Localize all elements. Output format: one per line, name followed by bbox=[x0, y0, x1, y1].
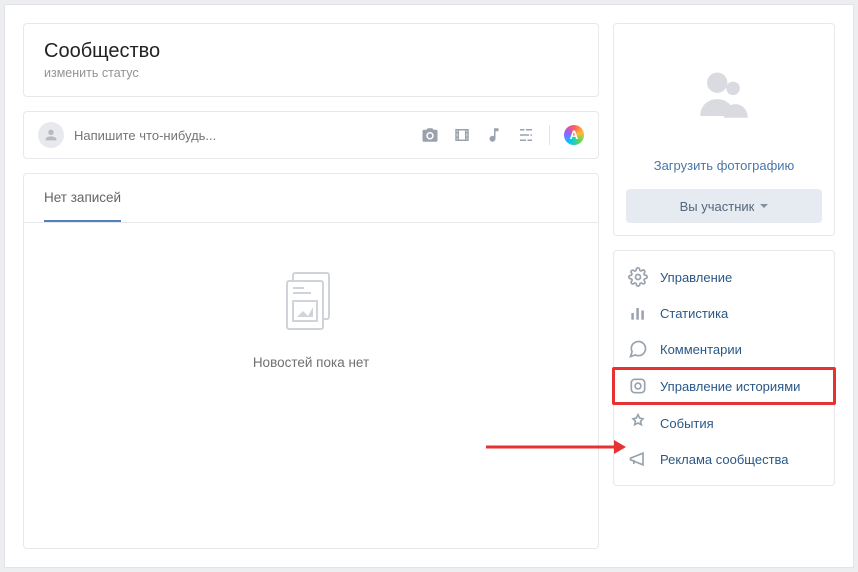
poll-icon[interactable] bbox=[517, 126, 535, 144]
menu-item-manage[interactable]: Управление bbox=[614, 259, 834, 295]
posts-card: Нет записей Новостей пока нет bbox=[23, 173, 599, 549]
menu-label: События bbox=[660, 416, 714, 431]
event-icon bbox=[628, 413, 648, 433]
member-btn-label: Вы участник bbox=[680, 199, 755, 214]
post-composer[interactable]: A bbox=[23, 111, 599, 159]
stats-icon bbox=[628, 303, 648, 323]
menu-label: Комментарии bbox=[660, 342, 742, 357]
composer-toolbar: A bbox=[421, 125, 584, 145]
member-status-button[interactable]: Вы участник bbox=[626, 189, 822, 223]
article-icon[interactable]: A bbox=[564, 125, 584, 145]
community-header: Сообщество изменить статус bbox=[23, 23, 599, 97]
empty-posts-icon bbox=[283, 271, 339, 333]
menu-item-ads[interactable]: Реклама сообщества bbox=[614, 441, 834, 477]
menu-item-events[interactable]: События bbox=[614, 405, 834, 441]
menu-item-stories[interactable]: Управление историями bbox=[612, 367, 836, 405]
menu-label: Реклама сообщества bbox=[660, 452, 789, 467]
community-title: Сообщество bbox=[44, 40, 578, 63]
composer-input[interactable] bbox=[74, 128, 411, 143]
posts-tabs: Нет записей bbox=[24, 174, 598, 223]
empty-text: Новостей пока нет bbox=[253, 355, 369, 370]
comment-icon bbox=[628, 339, 648, 359]
manage-menu: Управление Статистика Комментарии Управл… bbox=[613, 250, 835, 486]
music-icon[interactable] bbox=[485, 126, 503, 144]
main-column: Сообщество изменить статус A Нет записей bbox=[23, 23, 599, 549]
app-frame: Сообщество изменить статус A Нет записей bbox=[4, 4, 854, 568]
toolbar-separator bbox=[549, 125, 550, 145]
menu-item-comments[interactable]: Комментарии bbox=[614, 331, 834, 367]
change-status-link[interactable]: изменить статус bbox=[44, 66, 578, 80]
menu-label: Управление bbox=[660, 270, 732, 285]
tab-no-posts[interactable]: Нет записей bbox=[44, 174, 121, 222]
empty-state: Новостей пока нет bbox=[24, 223, 598, 370]
menu-label: Статистика bbox=[660, 306, 728, 321]
avatar-placeholder-icon bbox=[674, 42, 774, 134]
menu-item-stats[interactable]: Статистика bbox=[614, 295, 834, 331]
upload-photo-link[interactable]: Загрузить фотографию bbox=[654, 152, 795, 179]
video-icon[interactable] bbox=[453, 126, 471, 144]
photo-card: Загрузить фотографию Вы участник bbox=[613, 23, 835, 236]
menu-label: Управление историями bbox=[660, 379, 800, 394]
megaphone-icon bbox=[628, 449, 648, 469]
stories-icon bbox=[628, 376, 648, 396]
side-column: Загрузить фотографию Вы участник Управле… bbox=[613, 23, 835, 549]
camera-icon[interactable] bbox=[421, 126, 439, 144]
composer-avatar bbox=[38, 122, 64, 148]
gear-icon bbox=[628, 267, 648, 287]
